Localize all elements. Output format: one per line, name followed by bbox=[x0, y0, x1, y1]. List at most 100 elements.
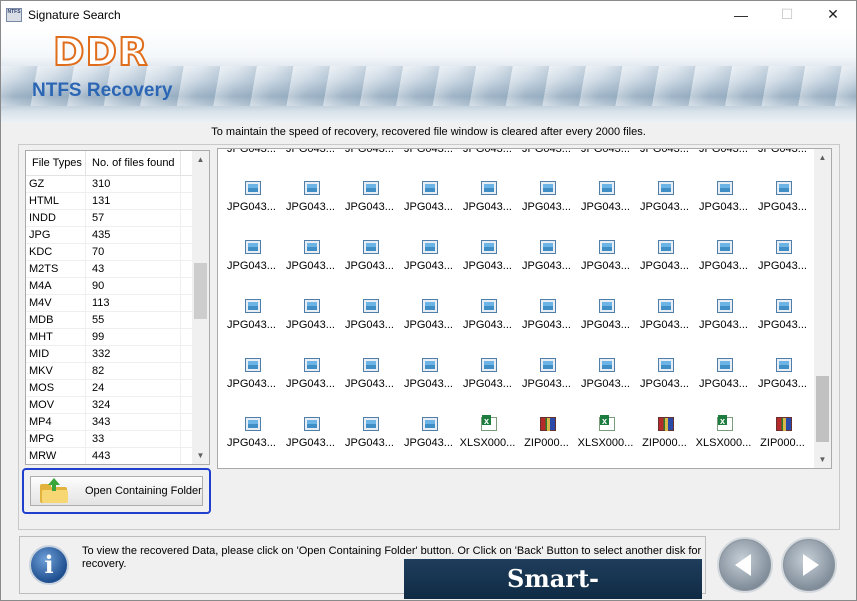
jpg-file-item[interactable]: JPG043... bbox=[458, 358, 517, 404]
jpg-file-item[interactable]: JPG043... bbox=[753, 299, 812, 345]
file-type-row[interactable]: GZ 310 bbox=[26, 176, 193, 193]
jpg-file-item[interactable]: JPG043... bbox=[281, 417, 340, 463]
cut-file-label: JPG043... bbox=[640, 148, 689, 155]
scroll-down-icon[interactable]: ▼ bbox=[814, 451, 831, 468]
jpg-file-item[interactable]: JPG043... bbox=[340, 299, 399, 345]
file-type-count: 131 bbox=[86, 193, 181, 209]
jpg-file-item[interactable]: JPG043... bbox=[753, 358, 812, 404]
file-type-row[interactable]: JPG 435 bbox=[26, 227, 193, 244]
file-name: JPG043... bbox=[463, 201, 512, 213]
jpg-file-item[interactable]: JPG043... bbox=[222, 299, 281, 345]
open-containing-folder-button[interactable]: Open Containing Folder bbox=[30, 476, 203, 506]
jpg-file-item[interactable]: JPG043... bbox=[399, 417, 458, 463]
file-name: JPG043... bbox=[581, 319, 630, 331]
jpg-file-item[interactable]: JPG043... bbox=[517, 240, 576, 286]
file-name: JPG043... bbox=[640, 260, 689, 272]
xlsx-file-item[interactable]: XLSX000... bbox=[576, 415, 635, 463]
jpg-file-item[interactable]: JPG043... bbox=[694, 240, 753, 286]
jpg-file-item[interactable]: JPG043... bbox=[753, 181, 812, 227]
column-header-file-types[interactable]: File Types bbox=[26, 151, 86, 175]
file-types-scrollbar[interactable]: ▲ ▼ bbox=[192, 151, 209, 464]
scroll-up-icon[interactable]: ▲ bbox=[192, 151, 209, 168]
file-name: JPG043... bbox=[581, 201, 630, 213]
jpg-file-item[interactable]: JPG043... bbox=[340, 358, 399, 404]
jpg-file-item[interactable]: JPG043... bbox=[694, 181, 753, 227]
close-button[interactable]: ✕ bbox=[810, 1, 856, 28]
speed-notice: To maintain the speed of recovery, recov… bbox=[211, 126, 646, 138]
jpg-file-item[interactable]: JPG043... bbox=[635, 299, 694, 345]
jpg-file-item[interactable]: JPG043... bbox=[399, 181, 458, 227]
files-scrollbar[interactable]: ▲ ▼ bbox=[814, 149, 831, 468]
scroll-down-icon[interactable]: ▼ bbox=[192, 447, 209, 464]
jpg-file-item[interactable]: JPG043... bbox=[340, 240, 399, 286]
next-button[interactable] bbox=[781, 537, 837, 593]
file-type-row[interactable]: MP4 343 bbox=[26, 414, 193, 431]
zip-file-item[interactable]: ZIP000... bbox=[635, 417, 694, 463]
maximize-button[interactable]: ☐ bbox=[764, 1, 810, 28]
jpg-file-icon bbox=[717, 240, 733, 254]
xlsx-file-item[interactable]: XLSX000... bbox=[458, 415, 517, 463]
jpg-file-icon bbox=[422, 181, 438, 195]
jpg-file-item[interactable]: JPG043... bbox=[694, 358, 753, 404]
jpg-file-item[interactable]: JPG043... bbox=[458, 181, 517, 227]
zip-file-item[interactable]: ZIP000... bbox=[517, 417, 576, 463]
file-type-row[interactable]: MPG 33 bbox=[26, 431, 193, 448]
jpg-file-item[interactable]: JPG043... bbox=[517, 181, 576, 227]
jpg-file-item[interactable]: JPG043... bbox=[635, 358, 694, 404]
jpg-file-item[interactable]: JPG043... bbox=[281, 299, 340, 345]
jpg-file-item[interactable]: JPG043... bbox=[222, 240, 281, 286]
file-type-row[interactable]: MHT 99 bbox=[26, 329, 193, 346]
scroll-thumb[interactable] bbox=[194, 262, 207, 319]
jpg-file-icon bbox=[304, 358, 320, 372]
jpg-file-item[interactable]: JPG043... bbox=[340, 181, 399, 227]
file-type-row[interactable]: MDB 55 bbox=[26, 312, 193, 329]
jpg-file-item[interactable]: JPG043... bbox=[340, 417, 399, 463]
jpg-file-item[interactable]: JPG043... bbox=[694, 299, 753, 345]
file-type-row[interactable]: MOS 24 bbox=[26, 380, 193, 397]
file-type-row[interactable]: M2TS 43 bbox=[26, 261, 193, 278]
file-types-list[interactable]: File Types No. of files found GZ 310 HTML 1… bbox=[25, 150, 210, 465]
jpg-file-item[interactable]: JPG043... bbox=[576, 299, 635, 345]
scroll-up-icon[interactable]: ▲ bbox=[814, 149, 831, 166]
jpg-file-item[interactable]: JPG043... bbox=[576, 358, 635, 404]
jpg-file-item[interactable]: JPG043... bbox=[281, 240, 340, 286]
back-button[interactable] bbox=[717, 537, 773, 593]
file-type-row[interactable]: MKV 82 bbox=[26, 363, 193, 380]
file-type-row[interactable]: M4V 113 bbox=[26, 295, 193, 312]
file-name: JPG043... bbox=[699, 260, 748, 272]
jpg-file-item[interactable]: JPG043... bbox=[576, 181, 635, 227]
file-name: JPG043... bbox=[286, 260, 335, 272]
jpg-file-item[interactable]: JPG043... bbox=[635, 181, 694, 227]
jpg-file-item[interactable]: JPG043... bbox=[281, 181, 340, 227]
file-type-row[interactable]: HTML 131 bbox=[26, 193, 193, 210]
column-header-files-found[interactable]: No. of files found bbox=[86, 151, 181, 175]
jpg-file-item[interactable]: JPG043... bbox=[517, 358, 576, 404]
xlsx-file-item[interactable]: XLSX000... bbox=[694, 415, 753, 463]
file-type-row[interactable]: MRW 443 bbox=[26, 448, 193, 464]
jpg-file-item[interactable]: JPG043... bbox=[222, 358, 281, 404]
jpg-file-item[interactable]: JPG043... bbox=[222, 417, 281, 463]
jpg-file-item[interactable]: JPG043... bbox=[753, 240, 812, 286]
jpg-file-item[interactable]: JPG043... bbox=[635, 240, 694, 286]
jpg-file-item[interactable]: JPG043... bbox=[281, 358, 340, 404]
minimize-button[interactable]: — bbox=[718, 1, 764, 28]
file-name: JPG043... bbox=[522, 378, 571, 390]
jpg-file-item[interactable]: JPG043... bbox=[458, 299, 517, 345]
file-type-row[interactable]: MOV 324 bbox=[26, 397, 193, 414]
file-name: JPG043... bbox=[758, 378, 807, 390]
jpg-file-item[interactable]: JPG043... bbox=[399, 240, 458, 286]
jpg-file-item[interactable]: JPG043... bbox=[576, 240, 635, 286]
zip-file-item[interactable]: ZIP000... bbox=[753, 417, 812, 463]
file-type-row[interactable]: KDC 70 bbox=[26, 244, 193, 261]
jpg-file-item[interactable]: JPG043... bbox=[399, 358, 458, 404]
file-type-row[interactable]: M4A 90 bbox=[26, 278, 193, 295]
recovered-files-view[interactable]: JPG043... JPG043... JPG043... JPG043... JPG0… bbox=[217, 148, 832, 469]
scroll-thumb[interactable] bbox=[816, 375, 829, 442]
file-name: JPG043... bbox=[345, 378, 394, 390]
jpg-file-item[interactable]: JPG043... bbox=[458, 240, 517, 286]
file-type-row[interactable]: INDD 57 bbox=[26, 210, 193, 227]
file-type-row[interactable]: MID 332 bbox=[26, 346, 193, 363]
jpg-file-item[interactable]: JPG043... bbox=[399, 299, 458, 345]
jpg-file-item[interactable]: JPG043... bbox=[222, 181, 281, 227]
jpg-file-item[interactable]: JPG043... bbox=[517, 299, 576, 345]
